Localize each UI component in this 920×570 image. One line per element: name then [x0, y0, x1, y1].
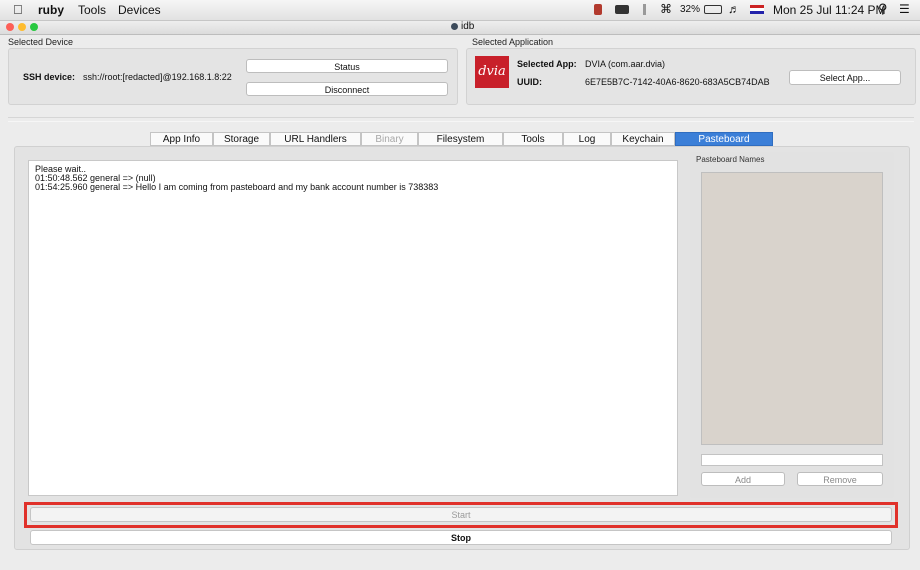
- minimize-window-icon[interactable]: [18, 23, 26, 31]
- pasteboard-names-title: Pasteboard Names: [696, 155, 765, 164]
- spotlight-search-icon[interactable]: ⚲: [878, 1, 888, 17]
- start-highlight-box: [24, 502, 898, 528]
- apple-menu-icon[interactable]: : [13, 2, 23, 17]
- bluetooth-icon[interactable]: [643, 4, 646, 15]
- device-group-title: Selected Device: [8, 37, 74, 47]
- window-titlebar: idb: [0, 21, 920, 35]
- tab-filesystem[interactable]: Filesystem: [418, 132, 503, 146]
- ssh-device-value: ssh://root:[redacted]@192.168.1.8:22: [83, 72, 232, 82]
- tab-storage[interactable]: Storage: [213, 132, 270, 146]
- display-icon[interactable]: [615, 5, 629, 14]
- pasteboard-names-list[interactable]: [701, 172, 883, 445]
- input-source-flag-icon[interactable]: [750, 5, 764, 14]
- tab-pasteboard[interactable]: Pasteboard: [675, 132, 773, 146]
- application-group: dvia Selected App: DVIA (com.aar.dvia) U…: [466, 48, 916, 105]
- close-window-icon[interactable]: [6, 23, 14, 31]
- application-group-title: Selected Application: [472, 37, 554, 47]
- dvia-logo: dvia: [475, 56, 509, 88]
- remove-pasteboard-button[interactable]: Remove: [797, 472, 883, 486]
- menu-tools[interactable]: Tools: [78, 3, 106, 17]
- tab-url-handlers[interactable]: URL Handlers: [270, 132, 361, 146]
- status-app-icon[interactable]: [594, 4, 602, 15]
- add-pasteboard-button[interactable]: Add: [701, 472, 785, 486]
- menu-bar:  ruby Tools Devices ⌘ 32% ♬ Mon 25 Jul …: [0, 0, 920, 21]
- selected-app-value: DVIA (com.aar.dvia): [585, 59, 666, 69]
- tab-keychain[interactable]: Keychain: [611, 132, 675, 146]
- battery-percent: 32%: [680, 4, 701, 15]
- ssh-device-label: SSH device:: [23, 72, 76, 82]
- window-app-icon: [451, 23, 458, 30]
- menu-devices[interactable]: Devices: [118, 3, 161, 17]
- tab-tools[interactable]: Tools: [503, 132, 563, 146]
- stop-button[interactable]: Stop: [30, 530, 892, 545]
- log-line: 01:54:25.960 general => Hello I am comin…: [35, 182, 439, 192]
- device-group: SSH device: ssh://root:[redacted]@192.16…: [8, 48, 458, 105]
- status-button[interactable]: Status: [246, 59, 448, 73]
- selected-app-label: Selected App:: [517, 59, 577, 69]
- zoom-window-icon[interactable]: [30, 23, 38, 31]
- notification-center-icon[interactable]: ☰: [899, 2, 910, 16]
- pasteboard-names-panel: Pasteboard Names Add Remove: [690, 152, 894, 498]
- menu-app-name[interactable]: ruby: [38, 3, 64, 17]
- volume-icon[interactable]: ♬: [728, 2, 740, 16]
- uuid-label: UUID:: [517, 77, 542, 87]
- uuid-value: 6E7E5B7C-7142-40A6-8620-683A5CB74DAB: [585, 77, 770, 87]
- menu-clock[interactable]: Mon 25 Jul 11:24 PM: [773, 3, 886, 17]
- separator: [8, 117, 914, 118]
- battery-icon[interactable]: [704, 5, 722, 14]
- disconnect-button[interactable]: Disconnect: [246, 82, 448, 96]
- pasteboard-name-input[interactable]: [701, 454, 883, 466]
- tab-log[interactable]: Log: [563, 132, 611, 146]
- select-app-button[interactable]: Select App...: [789, 70, 901, 85]
- tab-app-info[interactable]: App Info: [150, 132, 213, 146]
- separator: [8, 121, 914, 122]
- window-title: idb: [461, 21, 475, 32]
- pasteboard-log-output[interactable]: Please wait.. 01:50:48.562 general => (n…: [28, 160, 678, 496]
- wifi-icon[interactable]: ⌘: [660, 2, 672, 16]
- tab-binary[interactable]: Binary: [361, 132, 418, 146]
